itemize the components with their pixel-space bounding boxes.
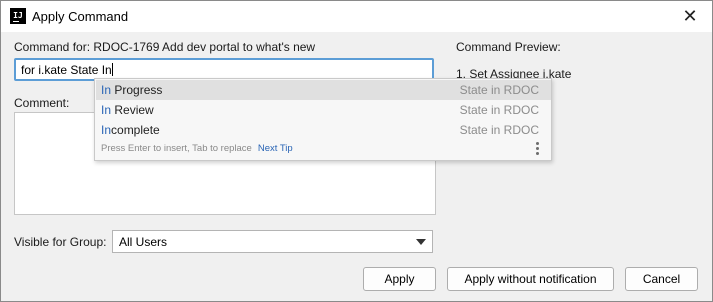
next-tip-link[interactable]: Next Tip <box>258 143 293 154</box>
item-label: Progress <box>111 83 163 97</box>
more-vertical-icon[interactable] <box>536 142 540 156</box>
apply-command-dialog: IJ Apply Command ✕ Command for: RDOC-176… <box>0 0 713 302</box>
cancel-button[interactable]: Cancel <box>625 267 698 291</box>
autocomplete-popup: In Progress State in RDOC In Review Stat… <box>94 78 552 161</box>
item-match: In <box>101 103 112 117</box>
apply-button[interactable]: Apply <box>363 267 436 291</box>
item-state-type: State in RDOC <box>459 83 539 97</box>
item-state-type: State in RDOC <box>459 123 539 137</box>
title-bar: IJ Apply Command ✕ <box>1 1 712 32</box>
item-label: Review <box>111 103 154 117</box>
item-match: In <box>101 123 112 137</box>
comment-label: Comment: <box>14 96 70 110</box>
intellij-icon: IJ <box>10 8 26 24</box>
hint-text: Press Enter to insert, Tab to replace <box>101 143 252 154</box>
command-preview-label: Command Preview: <box>456 40 561 54</box>
visible-for-group-select[interactable]: All Users <box>112 230 433 253</box>
window-title: Apply Command <box>32 9 129 24</box>
visible-for-group-value: All Users <box>119 235 168 249</box>
autocomplete-item-in-review[interactable]: In Review State in RDOC <box>96 100 551 120</box>
command-input-text: for i.kate State In <box>21 63 112 77</box>
text-caret <box>111 63 113 76</box>
command-label: Command for: RDOC-1769 Add dev portal to… <box>14 40 316 54</box>
visible-for-group-label: Visible for Group: <box>14 235 107 249</box>
apply-without-notification-button[interactable]: Apply without notification <box>447 267 614 291</box>
item-state-type: State in RDOC <box>459 103 539 117</box>
chevron-down-icon <box>416 239 426 245</box>
autocomplete-item-in-progress[interactable]: In Progress State in RDOC <box>96 80 551 100</box>
autocomplete-item-incomplete[interactable]: Incomplete State in RDOC <box>96 120 551 140</box>
close-icon[interactable]: ✕ <box>678 5 702 29</box>
item-match: In <box>101 83 112 97</box>
item-label: complete <box>111 123 160 137</box>
autocomplete-hint: Press Enter to insert, Tab to replace Nex… <box>101 143 293 154</box>
